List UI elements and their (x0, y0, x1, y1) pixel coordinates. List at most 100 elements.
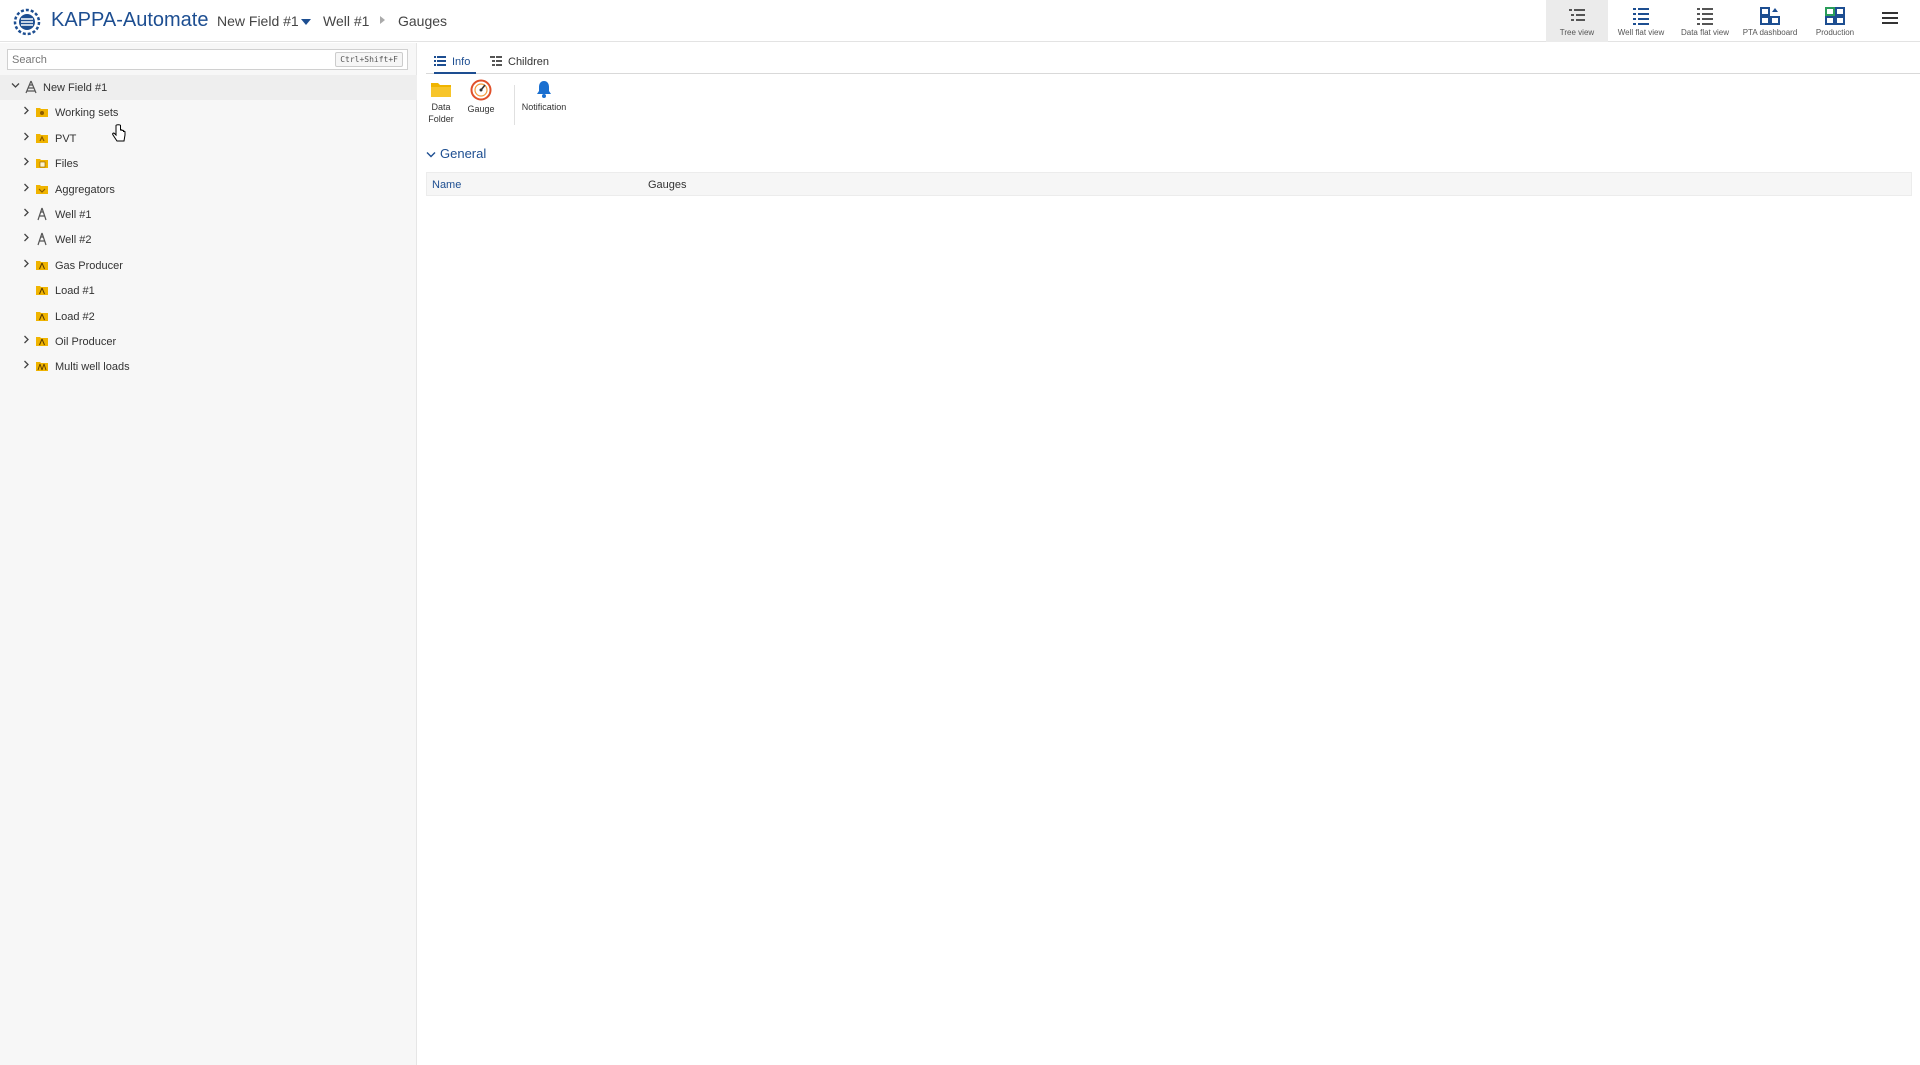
group-folder-icon (36, 260, 48, 270)
property-value[interactable]: Gauges (648, 179, 687, 191)
tree-node-label: New Field #1 (43, 82, 108, 94)
bell-icon (537, 81, 551, 98)
add-notification-button[interactable]: Notification (518, 79, 570, 113)
section-title: General (440, 146, 487, 161)
tab-info-label: Info (452, 56, 471, 68)
chevron-down-icon[interactable] (11, 81, 20, 89)
pvt-folder-icon (36, 133, 48, 143)
tree-node-label: Well #1 (55, 208, 92, 221)
main-panel: Info Children Data Folder Gauge Notifica… (418, 43, 1920, 1065)
notification-label: Notification (521, 102, 567, 112)
sidebar: Ctrl+Shift+F New Field #1 Working sets (0, 43, 417, 1065)
pta-dashboard-icon (1760, 7, 1780, 25)
tree-node-well-2[interactable]: Well #2 (0, 227, 417, 252)
files-folder-icon (36, 159, 48, 169)
tree-view-button[interactable]: Tree view (1546, 0, 1608, 42)
field-dropdown-icon[interactable] (301, 19, 311, 25)
tree-node-files[interactable]: Files (0, 151, 417, 176)
tree-node-label: PVT (55, 132, 77, 145)
tab-info[interactable]: Info (434, 51, 476, 74)
breadcrumb-well[interactable]: Well #1 (323, 13, 369, 29)
search-input[interactable] (12, 52, 332, 67)
property-row-name: Name Gauges (426, 172, 1912, 196)
app-header: KAPPA-Automate New Field #1 Well #1 Gaug… (0, 0, 1920, 42)
gauge-icon (470, 79, 492, 101)
breadcrumb-field[interactable]: New Field #1 (217, 13, 299, 29)
chevron-right-icon[interactable] (22, 208, 30, 217)
chevron-right-icon[interactable] (22, 183, 30, 192)
tab-children[interactable]: Children (490, 51, 552, 74)
search-box[interactable]: Ctrl+Shift+F (7, 49, 408, 70)
production-label: Production (1815, 28, 1855, 37)
gauge-label: Gauge (467, 104, 495, 114)
chevron-right-icon[interactable] (22, 132, 30, 141)
chevron-right-icon[interactable] (22, 259, 30, 268)
chevron-right-icon[interactable] (22, 233, 30, 242)
data-flat-view-label: Data flat view (1680, 28, 1730, 37)
breadcrumb-current: Gauges (398, 13, 448, 29)
search-shortcut-hint: Ctrl+Shift+F (335, 52, 403, 67)
children-icon (490, 56, 502, 66)
tree-node-label: Working sets (55, 107, 119, 120)
pta-dashboard-button[interactable]: PTA dashboard (1738, 0, 1802, 42)
kappa-logo-icon[interactable] (12, 7, 42, 37)
well-flat-view-button[interactable]: Well flat view (1610, 0, 1672, 42)
tree-node-working-sets[interactable]: Working sets (0, 100, 417, 125)
field-icon (25, 80, 37, 94)
data-flat-view-icon (1697, 8, 1713, 25)
folder-icon (431, 83, 451, 97)
well-icon (37, 233, 47, 246)
group-folder-icon (36, 286, 48, 296)
tree-node-label: Load #2 (55, 310, 95, 323)
chevron-right-icon[interactable] (22, 157, 30, 166)
well-flat-view-label: Well flat view (1617, 28, 1665, 37)
chevron-right-icon[interactable] (22, 360, 30, 369)
tree-node-well-1[interactable]: Well #1 (0, 202, 417, 227)
tree-node-oil-producer[interactable]: Oil Producer (0, 329, 417, 354)
tree-node-label: Oil Producer (55, 335, 117, 348)
hand-cursor-icon (112, 124, 126, 142)
tree-node-label: Multi well loads (55, 361, 130, 374)
add-gauge-button[interactable]: Gauge (464, 79, 498, 115)
group-folder-icon (36, 311, 48, 321)
tree-node-label: Files (55, 158, 79, 171)
tab-children-label: Children (508, 56, 549, 68)
add-data-folder-button[interactable]: Data Folder (426, 79, 456, 125)
tree-node-pvt[interactable]: PVT (0, 126, 417, 151)
tree-view-icon (1569, 9, 1585, 21)
tree-node-label: Load #1 (55, 285, 95, 298)
tree-node-aggregators[interactable]: Aggregators (0, 177, 417, 202)
chevron-right-icon[interactable] (22, 335, 30, 344)
data-flat-view-button[interactable]: Data flat view (1674, 0, 1736, 42)
pta-dashboard-label: PTA dashboard (1742, 28, 1798, 37)
tree-node-gas-producer[interactable]: Gas Producer (0, 253, 417, 278)
tree-node-multi-well-loads[interactable]: Multi well loads (0, 354, 417, 379)
well-icon (37, 207, 47, 221)
well-flat-view-icon (1633, 8, 1649, 25)
hamburger-menu-icon[interactable] (1882, 12, 1898, 26)
property-key: Name (432, 179, 462, 191)
group-folder-icon (36, 336, 48, 346)
working-sets-folder-icon (36, 108, 48, 118)
tree-node-load-2[interactable]: Load #2 (0, 304, 417, 329)
tree-view-label: Tree view (1559, 28, 1595, 37)
tree-node-label: Well #2 (55, 234, 92, 247)
data-folder-label-line1: Data (431, 102, 451, 112)
data-folder-label-line2: Folder (428, 114, 454, 124)
tree-node-label: Aggregators (55, 183, 115, 196)
tree-node-new-field[interactable]: New Field #1 (0, 75, 417, 101)
tree-node-load-1[interactable]: Load #1 (0, 278, 417, 303)
production-button[interactable]: Production (1804, 0, 1866, 42)
list-icon (434, 56, 446, 66)
tab-bar: Info Children (426, 51, 1920, 74)
chevron-right-icon[interactable] (22, 106, 30, 115)
asset-tree: New Field #1 Working sets PVT Files Aggr… (0, 75, 417, 380)
breadcrumb-separator-icon (380, 16, 385, 24)
chevron-down-icon (426, 152, 436, 158)
app-title[interactable]: KAPPA-Automate (51, 9, 208, 32)
production-icon (1825, 7, 1845, 25)
tree-node-label: Gas Producer (55, 259, 123, 272)
aggregators-folder-icon (36, 184, 48, 194)
toolbar-divider (514, 85, 515, 125)
group-folder-icon (36, 362, 48, 372)
